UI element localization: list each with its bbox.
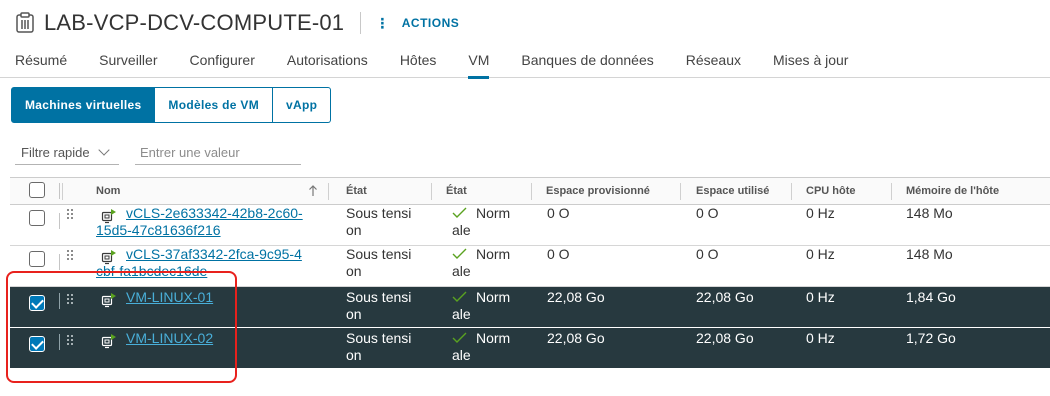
vm-state: Sous tensi on [346, 289, 412, 322]
host-memory: 148 Mo [906, 205, 953, 221]
column-separator [59, 254, 60, 270]
used-space: 22,08 Go [696, 289, 754, 305]
check-icon [452, 248, 467, 259]
chevron-down-icon [97, 144, 110, 156]
provisioned-space: 0 O [547, 205, 570, 221]
table-row[interactable]: VM-LINUX-01 Sous tensi on Norm ale 22,08 G… [10, 287, 1050, 328]
check-icon [452, 291, 467, 302]
row-checkbox[interactable] [29, 336, 45, 352]
host-cpu: 0 Hz [806, 246, 835, 262]
vm-type-switcher: Machines virtuelles Modèles de VM vApp [11, 87, 332, 123]
vm-templates-button[interactable]: Modèles de VM [155, 87, 274, 123]
more-vertical-icon: ⋮ [375, 15, 390, 31]
used-space: 22,08 Go [696, 330, 754, 346]
column-separator [328, 183, 329, 200]
vm-status: Norm ale [452, 289, 511, 322]
page-header: LAB-VCP-DCV-COMPUTE-01 ⋮ ACTIONS [14, 8, 459, 38]
drag-handle-icon[interactable] [67, 209, 75, 221]
tab-permissions[interactable]: Autorisations [271, 44, 384, 78]
tab-bar: Résumé Surveiller Configurer Autorisatio… [0, 44, 1050, 79]
host-cpu: 0 Hz [806, 330, 835, 346]
column-header-memory[interactable]: Mémoire de l'hôte [906, 178, 1046, 204]
quick-filter-select[interactable]: Filtre rapide [15, 140, 119, 165]
tab-updates[interactable]: Mises à jour [757, 44, 864, 78]
vm-status: Norm ale [452, 246, 511, 279]
check-icon [452, 332, 467, 343]
actions-label: ACTIONS [401, 16, 460, 30]
column-header-state[interactable]: État [346, 178, 431, 204]
column-separator [62, 183, 63, 200]
vm-name-link[interactable]: vCLS-2e633342-42b8-2c60- 15d5-47c81636f21… [96, 205, 328, 239]
column-label: Nom [96, 185, 121, 197]
column-separator [791, 183, 792, 200]
vm-state: Sous tensi on [346, 246, 412, 279]
column-header-used[interactable]: Espace utilisé [696, 178, 791, 204]
column-separator [531, 183, 532, 200]
drag-handle-icon[interactable] [67, 250, 75, 262]
provisioned-space: 22,08 Go [547, 289, 605, 305]
page-title: LAB-VCP-DCV-COMPUTE-01 [44, 10, 345, 35]
vm-name-link[interactable]: VM-LINUX-01 [96, 289, 328, 306]
tab-configure[interactable]: Configurer [174, 44, 271, 78]
datagrid-header: Nom État État Espace provisionné Espace … [10, 178, 1050, 205]
check-icon [452, 207, 467, 218]
column-separator [431, 183, 432, 200]
table-row[interactable]: vCLS-2e633342-42b8-2c60- 15d5-47c81636f21… [10, 205, 1050, 246]
vm-status: Norm ale [452, 330, 511, 363]
virtual-machines-button[interactable]: Machines virtuelles [11, 87, 156, 123]
vm-status: Norm ale [452, 205, 511, 238]
actions-button[interactable]: ⋮ ACTIONS [375, 16, 459, 30]
tab-summary[interactable]: Résumé [0, 44, 83, 78]
host-memory: 1,72 Go [906, 330, 956, 346]
arrow-up-icon [309, 185, 317, 196]
table-row[interactable]: vCLS-37af3342-2fca-9c95-4 cbf-fa1bcdec16d… [10, 246, 1050, 287]
tab-datastores[interactable]: Banques de données [505, 44, 669, 78]
select-all-checkbox[interactable] [29, 182, 45, 198]
vm-state: Sous tensi on [346, 205, 412, 238]
host-cpu: 0 Hz [806, 289, 835, 305]
column-separator [891, 183, 892, 200]
column-header-status[interactable]: État [446, 178, 531, 204]
provisioned-space: 22,08 Go [547, 330, 605, 346]
row-checkbox[interactable] [29, 251, 45, 267]
cluster-icon [16, 12, 34, 33]
tab-hosts[interactable]: Hôtes [384, 44, 453, 78]
column-header-provisioned[interactable]: Espace provisionné [546, 178, 680, 204]
provisioned-space: 0 O [547, 246, 570, 262]
host-cpu: 0 Hz [806, 205, 835, 221]
drag-handle-icon[interactable] [67, 294, 75, 306]
column-header-cpu[interactable]: CPU hôte [806, 178, 891, 204]
host-memory: 1,84 Go [906, 289, 956, 305]
row-checkbox[interactable] [29, 295, 45, 311]
vm-name-link[interactable]: VM-LINUX-02 [96, 330, 328, 347]
column-separator [680, 183, 681, 200]
column-header-name[interactable]: Nom [96, 178, 328, 204]
column-separator [59, 213, 60, 229]
column-separator [59, 334, 60, 350]
table-row[interactable]: VM-LINUX-02 Sous tensi on Norm ale 22,08 G… [10, 328, 1050, 369]
host-memory: 148 Mo [906, 246, 953, 262]
tab-networks[interactable]: Réseaux [670, 44, 757, 78]
quick-filter: Filtre rapide [15, 140, 301, 165]
used-space: 0 O [696, 205, 719, 221]
vapp-button[interactable]: vApp [273, 87, 332, 123]
quick-filter-label: Filtre rapide [21, 144, 90, 160]
used-space: 0 O [696, 246, 719, 262]
header-divider [360, 12, 362, 34]
tab-vms[interactable]: VM [452, 44, 505, 79]
row-checkbox[interactable] [29, 210, 45, 226]
column-separator [59, 183, 60, 199]
vm-name-link[interactable]: vCLS-37af3342-2fca-9c95-4 cbf-fa1bcdec16d… [96, 246, 328, 280]
vm-state: Sous tensi on [346, 330, 412, 363]
vm-datagrid: Nom État État Espace provisionné Espace … [10, 177, 1050, 369]
drag-handle-icon[interactable] [67, 335, 75, 347]
tab-monitor[interactable]: Surveiller [83, 44, 173, 78]
filter-value-input[interactable] [135, 140, 301, 165]
column-separator [59, 293, 60, 309]
